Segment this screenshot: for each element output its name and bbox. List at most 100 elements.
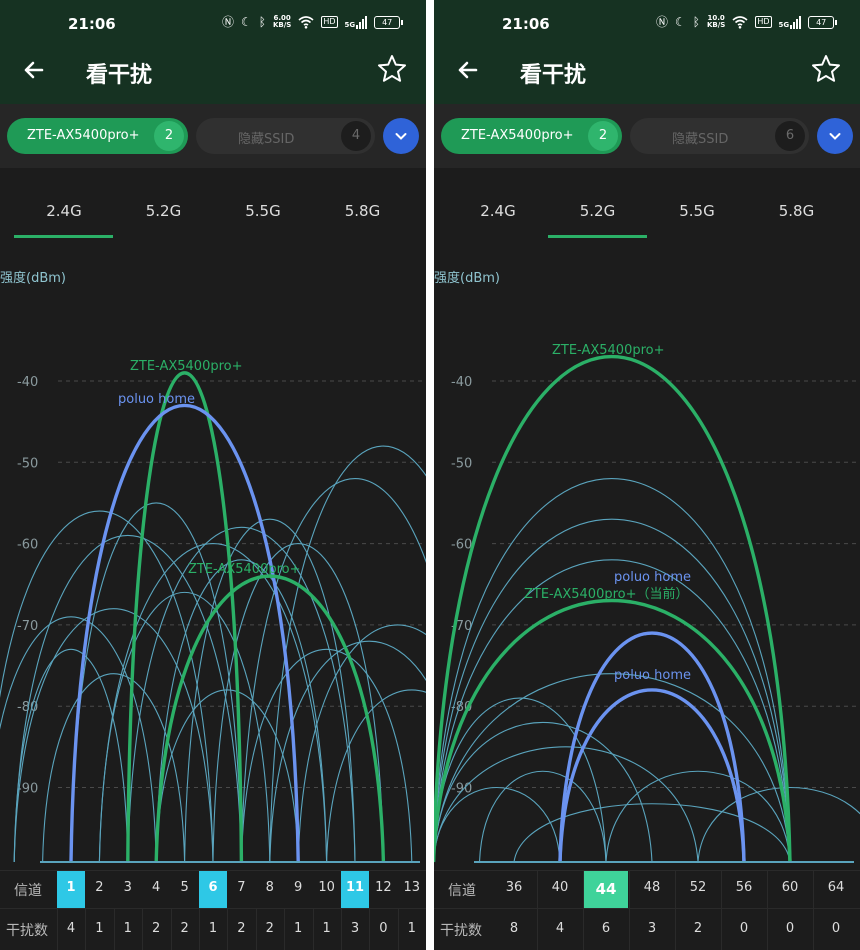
y-tick-label: -90 — [17, 782, 38, 797]
column-divider — [583, 870, 584, 950]
ssid-chip-label: ZTE-AX5400pro+ — [27, 128, 140, 143]
interference-count-cell: 8 — [509, 921, 519, 936]
y-tick-label: -50 — [451, 456, 472, 471]
network-type: 5G — [778, 20, 790, 29]
interference-count-cell: 6 — [601, 921, 611, 936]
bluetooth-icon: ᛒ — [692, 15, 700, 29]
channel-row-label: 信道 — [14, 883, 42, 899]
column-divider — [767, 870, 768, 950]
ssid-chip-count: 4 — [341, 121, 371, 151]
y-tick-label: -70 — [17, 619, 38, 634]
active-tab-indicator — [547, 235, 647, 238]
column-divider — [813, 870, 814, 950]
interference-chart: -40-50-60-70-80-90ZTE-AX5400pro+poluo ho… — [434, 343, 860, 863]
interference-row-label: 干扰数 — [440, 923, 482, 939]
network-signal-curve — [240, 478, 426, 863]
tab-5-8g[interactable]: 5.8G — [747, 202, 847, 220]
star-icon[interactable] — [810, 53, 842, 85]
expand-dropdown-button[interactable] — [383, 118, 419, 154]
back-arrow-icon[interactable] — [18, 54, 50, 86]
network-signal-curve — [513, 803, 791, 863]
labeled-network-curve — [126, 371, 244, 863]
tab-2-4g[interactable]: 2.4G — [14, 202, 114, 220]
tab-5-5g[interactable]: 5.5G — [647, 202, 747, 220]
interference-count-cell: 0 — [739, 921, 749, 936]
ssid-chip-hidden[interactable]: 隐藏SSID 6 — [630, 118, 809, 154]
network-signal-curve — [434, 559, 791, 863]
network-name-label: ZTE-AX5400pro+ — [130, 359, 243, 374]
chevron-down-icon — [395, 133, 407, 140]
column-divider — [312, 908, 314, 950]
row-divider — [434, 908, 860, 909]
tab-5-5g[interactable]: 5.5G — [213, 202, 313, 220]
moon-icon: ☾ — [675, 15, 686, 29]
network-signal-curve — [478, 770, 607, 863]
ssid-chip-selected[interactable]: ZTE-AX5400pro+ 2 — [7, 118, 188, 154]
column-divider — [721, 870, 722, 950]
channel-cell[interactable]: 52 — [678, 880, 718, 895]
speed-unit: KB/S — [706, 21, 726, 29]
nfc-icon: Ⓝ — [656, 15, 669, 29]
star-icon[interactable] — [376, 53, 408, 85]
wifi-icon — [298, 15, 314, 29]
network-name-label: poluo home — [614, 570, 691, 585]
y-axis-label: 强度(dBm) — [0, 271, 66, 286]
network-speed: 10.0 KB/S — [707, 15, 725, 29]
ssid-chip-selected[interactable]: ZTE-AX5400pro+ 2 — [441, 118, 622, 154]
ssid-chip-label: ZTE-AX5400pro+ — [461, 128, 574, 143]
tab-5-2g[interactable]: 5.2G — [548, 202, 648, 220]
back-arrow-icon[interactable] — [452, 54, 484, 86]
chevron-down-icon — [829, 133, 841, 140]
ssid-chip-label: 隐藏SSID — [672, 132, 729, 147]
ssid-chip-count: 2 — [588, 121, 618, 151]
network-name-label: poluo home — [118, 392, 195, 407]
y-axis-label: 强度(dBm) — [434, 271, 500, 286]
status-bar: 21:06 Ⓝ ☾ ᛒ 10.0 KB/S HD 5G 47 — [434, 0, 860, 38]
expand-dropdown-button[interactable] — [817, 118, 853, 154]
column-divider — [85, 908, 87, 950]
row-divider — [434, 870, 860, 871]
battery-icon: 47 — [374, 15, 404, 29]
nfc-icon: Ⓝ — [222, 15, 235, 29]
interference-count-cell: 0 — [831, 921, 841, 936]
interference-count-cell: 0 — [785, 921, 795, 936]
column-divider — [369, 908, 371, 950]
network-signal-curve — [155, 689, 299, 863]
column-divider — [397, 908, 399, 950]
channel-cell[interactable]: 13 — [392, 880, 426, 895]
channel-cell[interactable]: 44 — [586, 880, 626, 898]
wifi-icon — [732, 15, 748, 29]
band-tabs: 2.4G 5.2G 5.5G 5.8G — [434, 168, 860, 240]
active-tab-indicator — [14, 235, 113, 238]
column-divider — [629, 870, 630, 950]
network-signal-curve — [98, 591, 271, 863]
signal-bars — [790, 15, 802, 29]
column-divider — [142, 908, 144, 950]
status-icons: Ⓝ ☾ ᛒ 6.00 KB/S HD 5G 47 — [222, 15, 404, 29]
interference-chart: -40-50-60-70-80-90ZTE-AX5400pro+poluo ho… — [0, 359, 426, 863]
status-bar: 21:06 Ⓝ ☾ ᛒ 6.00 KB/S HD 5G 47 — [0, 0, 426, 38]
page-title: 看干扰 — [520, 63, 587, 88]
network-name-label: ZTE-AX5400pro+ — [552, 343, 665, 358]
channel-cell[interactable]: 64 — [816, 880, 856, 895]
ssid-chip-count: 6 — [775, 121, 805, 151]
tab-5-8g[interactable]: 5.8G — [313, 202, 413, 220]
channel-cell[interactable]: 60 — [770, 880, 810, 895]
channel-cell[interactable]: 56 — [724, 880, 764, 895]
labeled-network-curve — [558, 688, 746, 863]
network-name-label: ZTE-AX5400pro+ — [188, 562, 301, 577]
wifi-interference-screen-24g: 21:06 Ⓝ ☾ ᛒ 6.00 KB/S HD 5G 47 看干扰 ZTE-AX5400pro+ 2… — [0, 0, 426, 950]
app-bar: 看干扰 — [0, 38, 426, 104]
row-divider — [0, 908, 426, 909]
channel-cell[interactable]: 48 — [632, 880, 672, 895]
column-divider — [341, 908, 342, 950]
tab-2-4g[interactable]: 2.4G — [448, 202, 548, 220]
channel-cell[interactable]: 40 — [540, 880, 580, 895]
channel-cell[interactable]: 36 — [494, 880, 534, 895]
cellular-signal-icon: 5G — [345, 15, 368, 29]
column-divider — [170, 908, 172, 950]
tab-5-2g[interactable]: 5.2G — [114, 202, 214, 220]
hd-badge: HD — [755, 16, 772, 28]
ssid-chip-hidden[interactable]: 隐藏SSID 4 — [196, 118, 375, 154]
clock: 21:06 — [68, 15, 116, 33]
